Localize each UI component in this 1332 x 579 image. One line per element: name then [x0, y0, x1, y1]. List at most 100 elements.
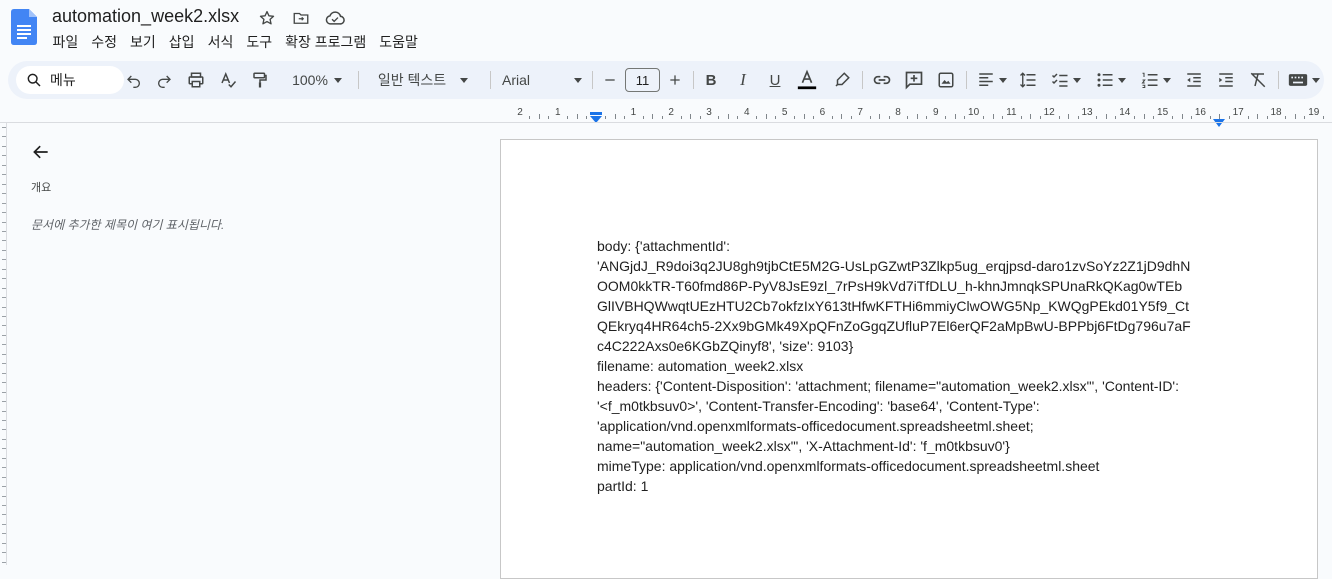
ruler-tick: [2, 495, 6, 497]
divider: [490, 71, 491, 89]
document-page[interactable]: body: {'attachmentId': 'ANGjdJ_R9doi3q2J…: [500, 139, 1318, 579]
ruler-tick: [2, 505, 6, 506]
vertical-ruler[interactable]: [0, 123, 7, 565]
bulleted-list-select[interactable]: [1093, 61, 1129, 99]
search-icon: [27, 73, 41, 87]
text-line: partId: 1: [597, 478, 649, 494]
divider: [358, 71, 359, 89]
menu-view[interactable]: 보기: [124, 32, 163, 52]
move-to-folder-icon[interactable]: [290, 8, 312, 28]
paint-format-icon[interactable]: [248, 61, 272, 99]
text-line: name="automation_week2.xlsx"', 'X-Attach…: [597, 438, 1010, 454]
insert-link-icon[interactable]: [870, 61, 894, 99]
line-spacing-icon[interactable]: [1016, 61, 1040, 99]
ruler-tick: [831, 116, 833, 119]
menu-extensions[interactable]: 확장 프로그램: [279, 32, 373, 52]
divider: [862, 71, 863, 89]
add-comment-icon[interactable]: [902, 61, 926, 99]
ruler-tick: [1096, 116, 1098, 119]
ruler-tick: [2, 448, 6, 450]
menu-insert[interactable]: 삽입: [162, 32, 201, 52]
spellcheck-icon[interactable]: [216, 61, 240, 99]
menu-file[interactable]: 파일: [46, 32, 85, 52]
ruler-tick: [2, 212, 6, 214]
star-icon[interactable]: [256, 8, 278, 28]
close-outline-button[interactable]: [28, 139, 54, 165]
right-indent-marker-icon[interactable]: [1213, 114, 1225, 132]
ruler-tick: [2, 363, 6, 365]
ruler-tick: [1323, 116, 1325, 119]
search-menus-label: 메뉴: [50, 72, 76, 88]
menu-tools[interactable]: 도구: [240, 32, 279, 52]
paragraph-style-select[interactable]: 일반 텍스트: [368, 61, 478, 99]
text-color-icon[interactable]: [795, 61, 819, 99]
ruler-tick: [812, 116, 814, 119]
text-line: 'application/vnd.openxmlformats-officedo…: [597, 418, 1034, 434]
text-line: QEkryq4HR64ch5-2Xx9bGMk49XpQFnZoGgqZUflu…: [597, 318, 1191, 334]
checklist-select[interactable]: [1048, 61, 1084, 99]
menu-bar: 파일 수정 보기 삽입 서식 도구 확장 프로그램 도움말: [46, 32, 424, 52]
ruler-tick: [718, 116, 720, 119]
ruler-tick: [2, 249, 6, 251]
ruler-tick: [2, 476, 6, 478]
text-line: mimeType: application/vnd.openxmlformats…: [597, 458, 1100, 474]
clear-formatting-icon[interactable]: [1246, 61, 1270, 99]
left-indent-marker-icon[interactable]: [589, 111, 603, 129]
increase-font-size-button[interactable]: [665, 61, 685, 99]
decrease-font-size-button[interactable]: [600, 61, 620, 99]
insert-image-icon[interactable]: [934, 61, 958, 99]
ruler-tick: [1020, 116, 1022, 119]
menu-format[interactable]: 서식: [201, 32, 240, 52]
document-title[interactable]: automation_week2.xlsx: [52, 6, 239, 27]
ruler-tick: [1209, 116, 1211, 119]
underline-icon[interactable]: U: [764, 61, 786, 99]
menu-help[interactable]: 도움말: [373, 32, 425, 52]
ruler-tick: [690, 114, 692, 119]
italic-icon[interactable]: I: [732, 61, 754, 99]
ruler-tick: [661, 116, 663, 119]
chevron-down-icon: [1118, 77, 1126, 83]
ruler-tick: [2, 410, 6, 412]
print-icon[interactable]: [184, 61, 208, 99]
ruler-tick: [2, 391, 6, 393]
ruler-number: 12: [1043, 107, 1055, 118]
ruler-number: 1: [555, 107, 561, 118]
chevron-down-icon: [574, 77, 582, 83]
ruler-tick: [2, 523, 6, 525]
font-family-select[interactable]: Arial: [502, 61, 582, 99]
ruler-tick: [2, 467, 6, 469]
menu-edit[interactable]: 수정: [85, 32, 124, 52]
align-select[interactable]: [974, 61, 1010, 99]
undo-icon[interactable]: [122, 61, 146, 99]
increase-indent-icon[interactable]: [1214, 61, 1238, 99]
header: automation_week2.xlsx 파일 수정 보기 삽입 서식 도구 …: [0, 0, 1332, 58]
decrease-indent-icon[interactable]: [1182, 61, 1206, 99]
horizontal-ruler[interactable]: 2 1 1 2 3 4 5 6 7 8 9 10 11 12 13 14 15 16 17 18 19: [500, 106, 1332, 122]
zoom-select[interactable]: 100%: [284, 61, 350, 99]
bold-icon[interactable]: B: [700, 61, 722, 99]
text-line: GlIVBHQWwqtUEzHTU2Cb7okfzIxY613tHfwKFTHi…: [597, 298, 1190, 314]
keyboard-icon: [1288, 74, 1308, 86]
ruler-tick: [2, 561, 6, 563]
document-body[interactable]: body: {'attachmentId': 'ANGjdJ_R9doi3q2J…: [597, 236, 1227, 496]
cloud-status-icon[interactable]: [324, 8, 346, 28]
ruler-tick: [2, 542, 6, 544]
search-menus-input[interactable]: 메뉴: [16, 66, 124, 94]
ruler-tick: [1039, 116, 1041, 119]
numbered-list-select[interactable]: [1138, 61, 1174, 99]
text-line: body: {'attachmentId':: [597, 238, 730, 254]
highlight-color-icon[interactable]: [830, 61, 854, 99]
input-tools-select[interactable]: [1286, 61, 1322, 99]
redo-icon[interactable]: [152, 61, 176, 99]
text-line: OOM0kkTR-T60fmd86P-PyV8JsE9zl_7rPsH9kVd7…: [597, 278, 1183, 294]
text-line: 'ANGjdJ_R9doi3q2JU8gh9tjbCtE5M2G-UsLpGZw…: [597, 258, 1191, 274]
docs-logo-icon[interactable]: [11, 9, 37, 45]
divider: [966, 71, 967, 89]
ruler-tick: [1115, 116, 1117, 119]
ruler-number: 9: [933, 107, 939, 118]
font-size-input[interactable]: 11: [625, 68, 660, 92]
ruler-tick: [1058, 116, 1060, 119]
chevron-down-icon: [333, 77, 342, 83]
ruler-number: 7: [857, 107, 863, 118]
align-left-icon: [979, 73, 993, 86]
